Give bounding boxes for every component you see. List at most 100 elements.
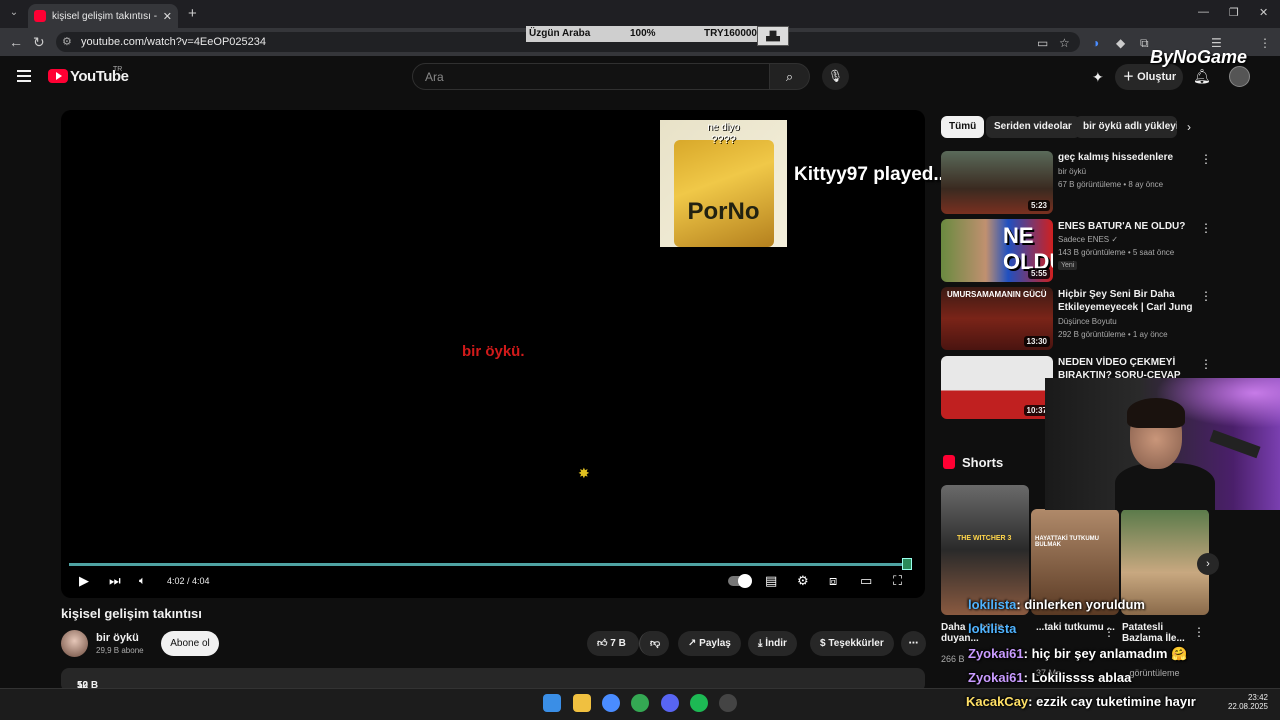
microphone-icon[interactable]: 🎙 xyxy=(822,63,849,90)
short-menu-icon[interactable]: ⋮ xyxy=(1193,625,1205,639)
chat-text: : Lokilissss ablaa xyxy=(1023,670,1132,685)
next-icon[interactable]: ⏭ xyxy=(109,573,121,589)
file-explorer-icon[interactable] xyxy=(573,694,591,712)
minimize-icon[interactable]: — xyxy=(1198,6,1209,18)
app-icon[interactable] xyxy=(719,694,737,712)
rec-menu-icon[interactable]: ⋮ xyxy=(1200,289,1212,303)
rec-title[interactable]: geç kalmış hissedenlere xyxy=(1058,151,1198,164)
rec-thumbnail[interactable]: 10:37 xyxy=(941,356,1053,419)
account-avatar[interactable] xyxy=(1229,66,1250,87)
spotify-icon[interactable] xyxy=(690,694,708,712)
cursor-star-icon: ✸ xyxy=(578,465,590,481)
rec-menu-icon[interactable]: ⋮ xyxy=(1200,357,1212,371)
extension-icon[interactable]: ◑ xyxy=(1092,36,1099,50)
rec-channel[interactable]: bir öykü xyxy=(1058,167,1086,176)
browser-icon[interactable] xyxy=(602,694,620,712)
premium-icon[interactable]: ✦ xyxy=(1092,69,1104,86)
search-button[interactable]: ⌕ xyxy=(770,63,810,90)
more-actions-icon[interactable]: ⋯ xyxy=(901,631,926,656)
browser-tab[interactable]: kişisel gelişim takıntısı - YouTube ✕ xyxy=(28,4,178,28)
menu-icon[interactable] xyxy=(17,70,31,85)
alert-caption-sub: ???? xyxy=(711,134,736,146)
system-clock[interactable]: 23:42 22.08.2025 xyxy=(1220,693,1268,711)
chat-message: KacakCay: ezzik cay tuketimine hayır xyxy=(966,694,1196,709)
chat-user: KacakCay xyxy=(966,694,1029,709)
chat-user: lokilista xyxy=(968,621,1017,636)
reload-icon[interactable]: ↻ xyxy=(33,34,45,51)
chip-series[interactable]: Seriden videolar xyxy=(986,116,1080,138)
discord-icon[interactable] xyxy=(661,694,679,712)
shorts-next-button[interactable]: › xyxy=(1197,553,1219,575)
rec-title[interactable]: Hiçbir Şey Seni Bir Daha Etkileyemeyecek… xyxy=(1058,288,1198,314)
rec-thumbnail[interactable]: 5:23 xyxy=(941,151,1053,214)
thanks-label: Teşekkürler xyxy=(828,638,884,649)
search-input[interactable] xyxy=(413,64,769,90)
short-thumb-text: HAYATTAKİ TUTKUMU BULMAK xyxy=(1035,536,1099,548)
rec-meta: 67 B görüntüleme • 8 ay önce xyxy=(1058,180,1164,189)
progress-bar[interactable] xyxy=(69,563,908,566)
extensions-puzzle-icon[interactable]: ⧉ xyxy=(1140,36,1149,51)
progress-scrubber[interactable] xyxy=(902,558,912,570)
ticker-amount: TRY160000 xyxy=(704,28,757,39)
autoplay-toggle[interactable] xyxy=(728,574,752,588)
back-icon[interactable]: ← xyxy=(9,34,23,50)
chip-all[interactable]: Tümü xyxy=(941,116,985,138)
view-stats: 50 B görüntüleme 12 gün önce xyxy=(69,674,138,713)
maximize-icon[interactable]: ❐ xyxy=(1229,6,1239,19)
clock-time: 23:42 xyxy=(1247,693,1268,702)
rec-thumbnail[interactable]: NE OLDU? 5:55 xyxy=(941,219,1053,282)
ticker-percent: 100% xyxy=(630,28,656,39)
volume-icon[interactable]: 🔈︎ xyxy=(139,575,146,588)
chevron-right-icon[interactable]: › xyxy=(1187,120,1191,134)
new-tab-button[interactable]: + xyxy=(188,5,197,22)
rec-title[interactable]: ENES BATUR'A NE OLDU? xyxy=(1058,220,1198,233)
site-info-icon[interactable]: ⚙ xyxy=(62,35,72,48)
play-icon[interactable]: ▶ xyxy=(79,573,89,589)
extension-icon[interactable]: ◆ xyxy=(1116,36,1125,50)
chip-uploader[interactable]: bir öykü adlı yükleyici xyxy=(1075,116,1177,138)
rec-menu-icon[interactable]: ⋮ xyxy=(1200,152,1212,166)
download-button[interactable]: ⤓ İndir xyxy=(748,631,797,656)
chip-bag-image xyxy=(674,140,774,247)
like-button[interactable]: 👍︎ 7 B xyxy=(587,631,639,656)
miniplayer-icon[interactable]: ⧈ xyxy=(829,573,837,589)
video-overlay-text: bir öykü. xyxy=(462,343,525,360)
short-title[interactable]: Patatesli Bazlama İle... xyxy=(1122,622,1192,644)
dislike-button[interactable]: 👎︎ xyxy=(639,631,669,656)
settings-gear-icon[interactable]: ⚙ xyxy=(797,573,809,589)
ticker-label: Üzgün Araba xyxy=(529,28,591,39)
tab-list-button[interactable]: ⌄ xyxy=(6,5,22,21)
dislike-icon: 👎︎ xyxy=(650,638,661,649)
alert-word: PorNo xyxy=(687,198,760,225)
notifications-bell-icon[interactable]: 🔔︎ xyxy=(1193,68,1211,85)
alert-played-text: Kittyy97 played... xyxy=(794,164,950,185)
tab-close-icon[interactable]: ✕ xyxy=(163,10,172,23)
browser-menu-icon[interactable]: ⋮ xyxy=(1259,36,1271,50)
channel-avatar[interactable] xyxy=(61,630,88,657)
short-views: 266 B xyxy=(941,654,965,664)
theater-mode-icon[interactable]: ▭ xyxy=(860,573,872,589)
youtube-favicon-icon xyxy=(34,10,46,22)
rec-duration: 5:23 xyxy=(1027,200,1050,211)
fullscreen-icon[interactable]: ⛶ xyxy=(893,573,902,589)
channel-name[interactable]: bir öykü xyxy=(96,632,139,644)
cast-icon[interactable]: ▭ xyxy=(1037,36,1048,50)
rec-channel[interactable]: Düşünce Boyutu xyxy=(1058,317,1117,326)
chrome-icon[interactable] xyxy=(631,694,649,712)
rec-title[interactable]: NEDEN VİDEO ÇEKMEYİ BIRAKTIN? SORU-CEVAP xyxy=(1058,356,1198,380)
share-icon: ↗ xyxy=(688,638,700,649)
short-menu-icon[interactable]: ⋮ xyxy=(1103,625,1115,639)
youtube-logo-icon[interactable] xyxy=(48,69,68,83)
short-thumbnail[interactable]: THE WITCHER 3 xyxy=(941,485,1029,615)
window-close-icon[interactable]: ✕ xyxy=(1259,6,1268,19)
rec-thumbnail[interactable]: UMURSAMAMANIN GÜCÜ 13:30 xyxy=(941,287,1053,350)
rec-channel[interactable]: Sadece ENES ✓ xyxy=(1058,235,1118,244)
subscribe-button[interactable]: Abone ol xyxy=(161,631,219,656)
bookmark-star-icon[interactable]: ☆ xyxy=(1059,36,1070,50)
share-button[interactable]: ↗ Paylaş xyxy=(678,631,741,656)
start-icon[interactable] xyxy=(543,694,561,712)
subtitles-icon[interactable]: ▤ xyxy=(765,573,777,589)
rec-menu-icon[interactable]: ⋮ xyxy=(1200,221,1212,235)
time-display: 4:02 / 4:04 xyxy=(167,576,210,586)
thanks-button[interactable]: $ Teşekkürler xyxy=(810,631,894,656)
